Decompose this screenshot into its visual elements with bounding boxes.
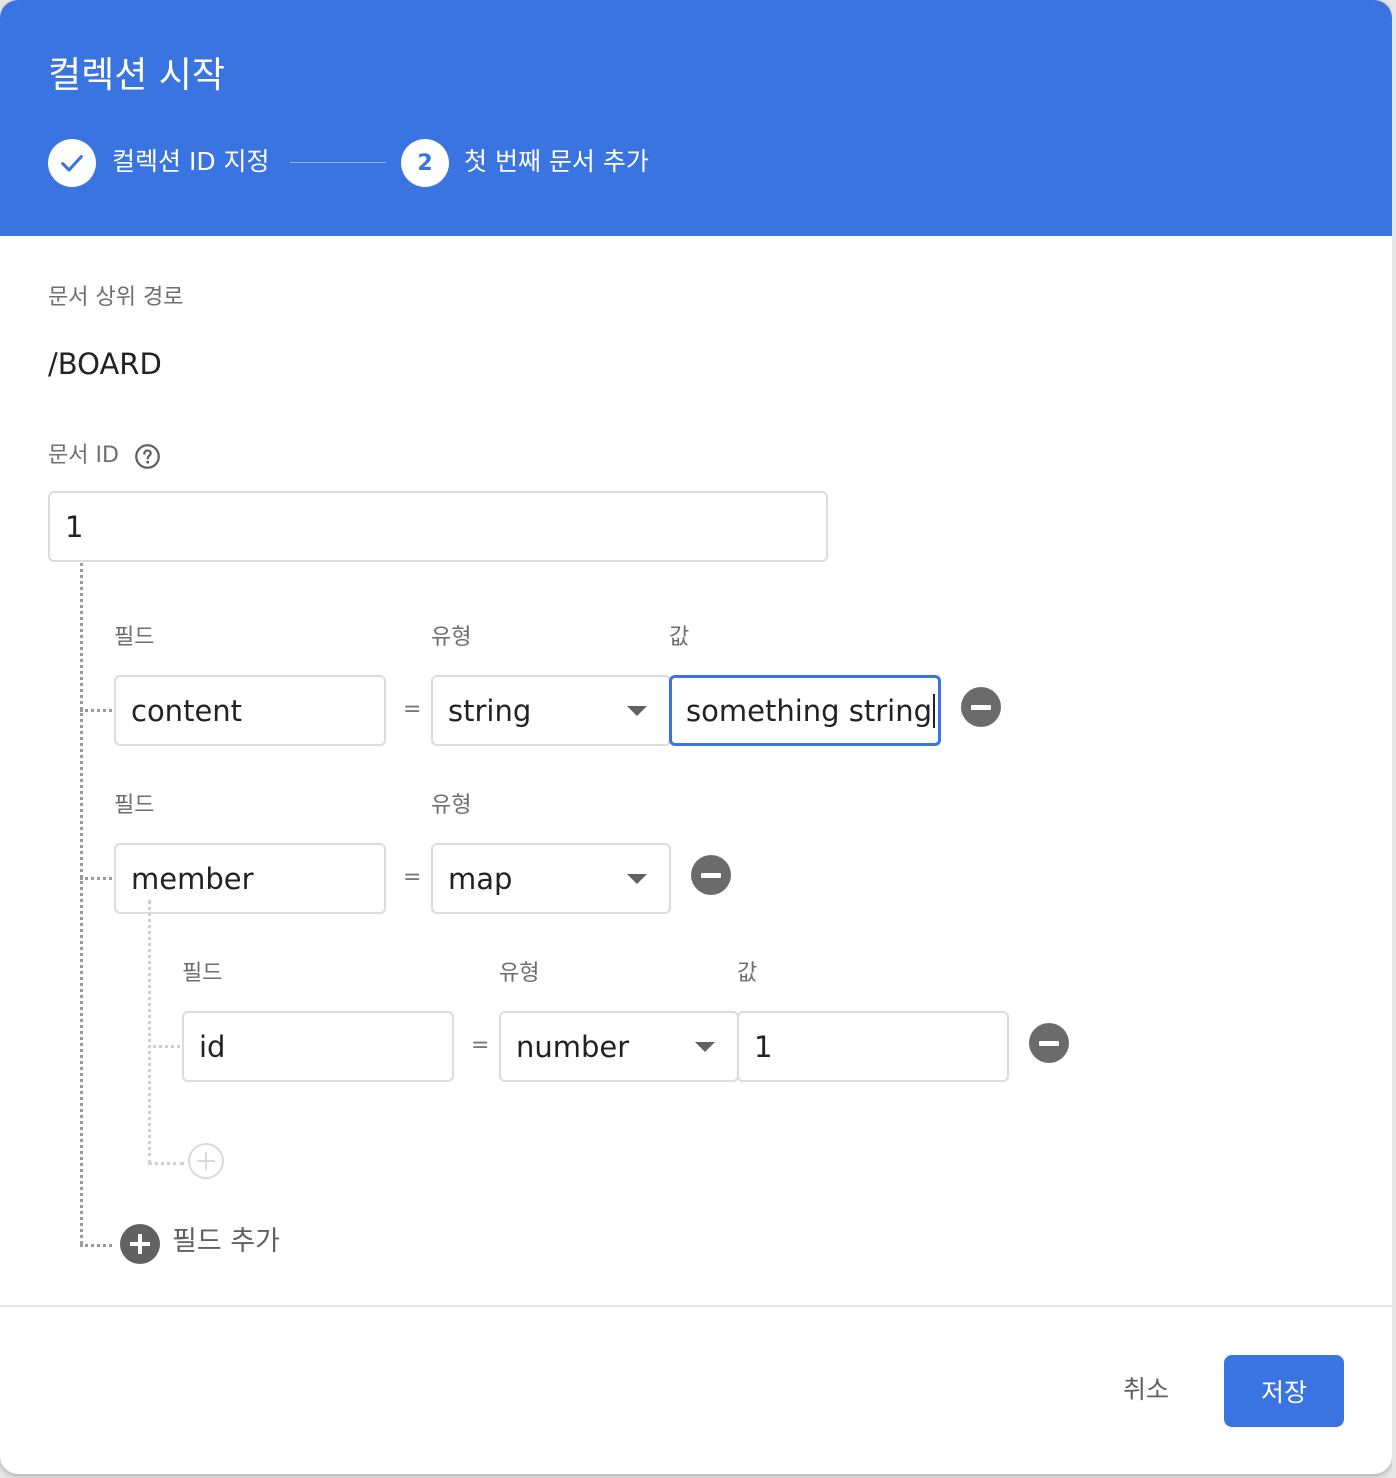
add-field-icon[interactable] [120,1224,160,1264]
value-label: 값 [737,961,758,986]
tree-connector-nested-branch [148,1045,180,1048]
dropdown-arrow-icon [695,1042,715,1052]
field-label: 필드 [182,961,223,986]
check-icon [48,139,96,187]
equals-sign: = [403,697,422,722]
dialog-title: 컬렉션 시작 [48,55,226,96]
footer-divider [0,1305,1392,1307]
document-id-value: 1 [65,509,84,544]
step-2-number: 2 [417,150,433,176]
save-button[interactable]: 저장 [1224,1355,1344,1427]
field-label: 필드 [114,625,155,650]
type-label: 유형 [431,625,472,650]
field-type-value: map [448,861,513,896]
field-name-value: id [199,1029,226,1064]
nested-field-value-input[interactable]: 1 [737,1011,1009,1082]
dropdown-arrow-icon [627,706,647,716]
tree-connector-branch [80,1244,112,1247]
field-type-select[interactable]: string [431,675,671,746]
remove-field-icon[interactable] [691,855,731,895]
value-label: 값 [669,625,690,650]
document-id-input[interactable]: 1 [48,491,828,562]
field-type-select[interactable]: map [431,843,671,914]
equals-sign: = [403,865,422,890]
tree-connector-nested [148,900,151,1164]
tree-connector-branch [80,709,112,712]
field-name-value: member [131,861,254,896]
field-name-input[interactable]: member [114,843,386,914]
dialog-header: 컬렉션 시작 컬렉션 ID 지정 2 첫 번째 문서 추가 [0,0,1392,236]
type-label: 유형 [431,793,472,818]
tree-connector-branch [80,877,112,880]
field-name-value: content [131,693,243,728]
cancel-button[interactable]: 취소 [1100,1364,1192,1412]
step-2-indicator: 2 [401,139,449,187]
document-id-label: 문서 ID [48,443,119,468]
step-2-label: 첫 번째 문서 추가 [464,147,649,176]
remove-field-icon[interactable] [1029,1023,1069,1063]
help-icon[interactable] [134,443,161,470]
tree-connector-nested-branch [148,1162,184,1165]
parent-path-label: 문서 상위 경로 [48,285,184,310]
parent-path-value: /BOARD [48,347,162,381]
field-value-input[interactable]: something string [669,675,941,746]
remove-field-icon[interactable] [961,687,1001,727]
field-name-input[interactable]: content [114,675,386,746]
add-field-label[interactable]: 필드 추가 [172,1224,280,1260]
step-1-label: 컬렉션 ID 지정 [112,147,270,176]
field-type-value: number [516,1029,630,1064]
dropdown-arrow-icon [627,874,647,884]
type-label: 유형 [499,961,540,986]
window-edge [1392,0,1396,1478]
field-value-text: 1 [754,1029,773,1064]
nested-field-type-select[interactable]: number [499,1011,739,1082]
equals-sign: = [471,1033,490,1058]
add-nested-field-icon[interactable] [188,1143,224,1179]
nested-field-name-input[interactable]: id [182,1011,454,1082]
field-type-value: string [448,693,532,728]
tree-connector-main [80,563,83,1244]
step-connector [290,162,386,163]
field-label: 필드 [114,793,155,818]
field-value-text: something string [686,693,933,728]
text-cursor [933,693,936,728]
start-collection-dialog: 컬렉션 시작 컬렉션 ID 지정 2 첫 번째 문서 추가 문서 상위 경로 /… [0,0,1392,1474]
